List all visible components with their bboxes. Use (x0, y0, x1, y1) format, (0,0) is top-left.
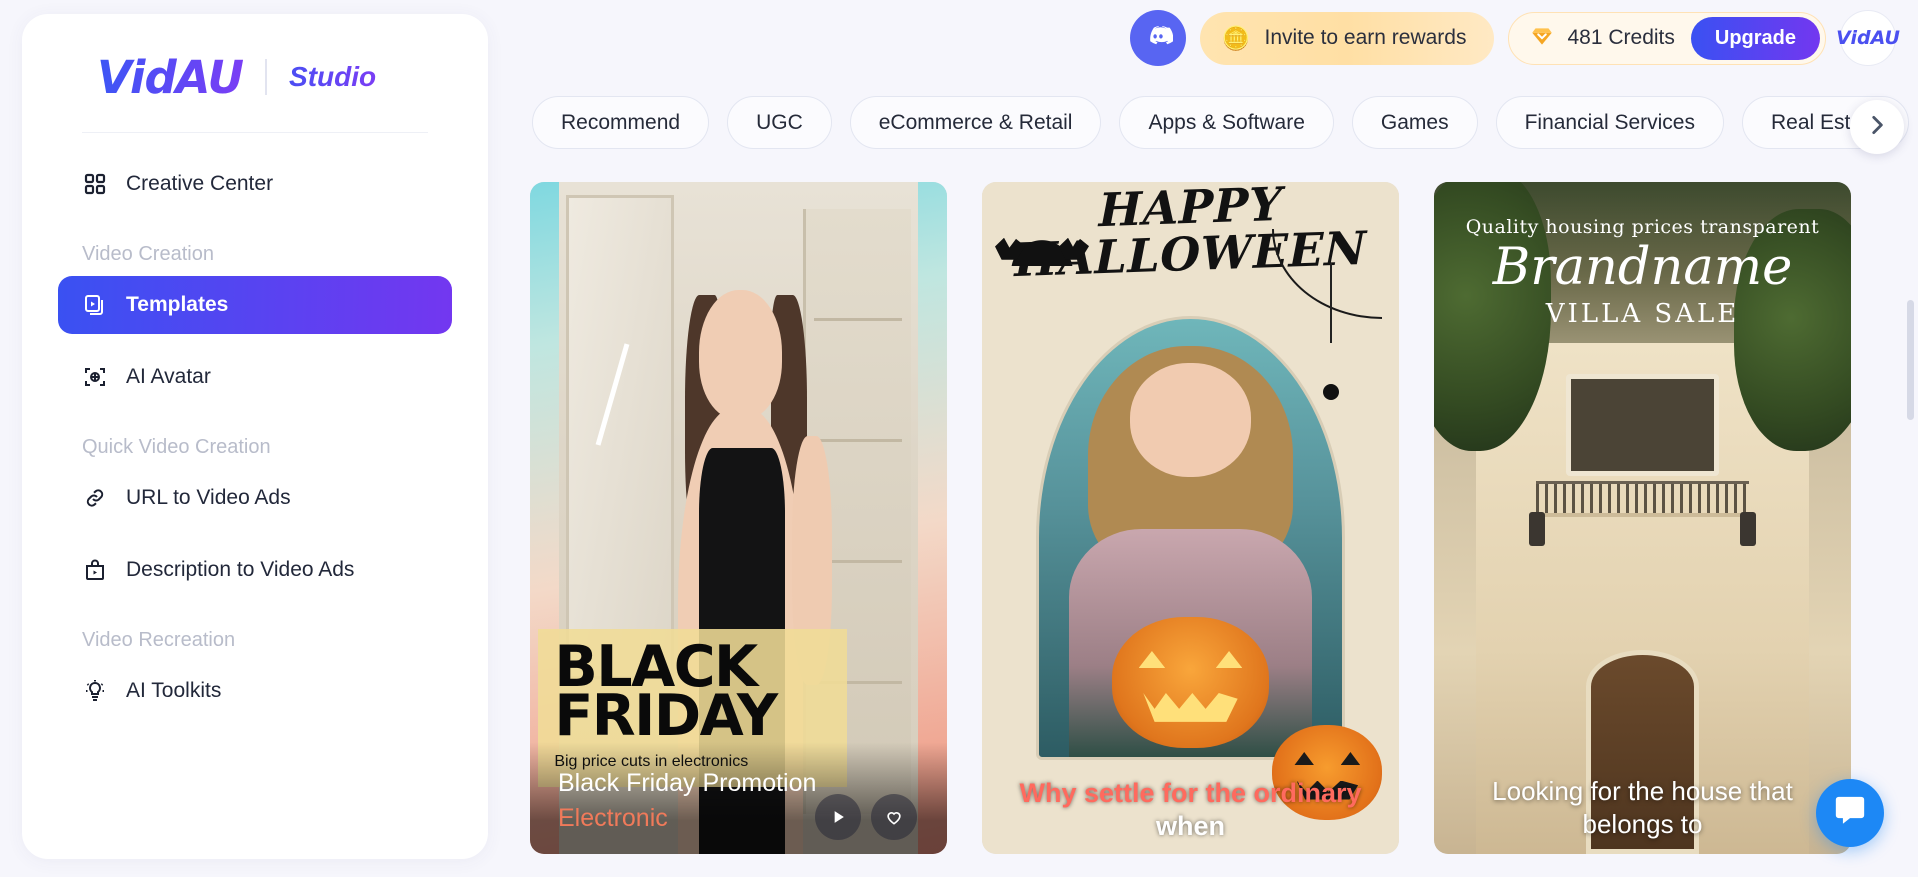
chat-icon (1833, 794, 1867, 833)
caption-line-2: belongs to (1582, 808, 1703, 839)
page-scrollbar[interactable] (1907, 300, 1914, 420)
overlay-heading: Quality housing prices transparent Brand… (1434, 216, 1851, 329)
sidebar-item-label: URL to Video Ads (126, 486, 291, 509)
overlay-heading: BLACK FRIDAY (554, 633, 778, 749)
sidebar-item-label: Description to Video Ads (126, 558, 355, 581)
card-subtitle-overlay: Looking for the house that belongs to (1434, 775, 1851, 840)
caption-line-1: Looking for the house that (1492, 776, 1793, 806)
portrait-arch (1036, 316, 1345, 760)
card-subtitle-overlay: Why settle for the ordinary when (982, 777, 1399, 845)
category-tabs-bar: Recommend UGC eCommerce & Retail Apps & … (500, 96, 1918, 158)
tab-recommend[interactable]: Recommend (532, 96, 710, 149)
sidebar-group-label-video-recreation: Video Recreation (82, 629, 236, 651)
preview-button[interactable] (815, 794, 861, 840)
kicker-text: Quality housing prices transparent (1465, 215, 1820, 238)
template-card[interactable]: BLACK FRIDAY Big price cuts in electroni… (530, 182, 947, 854)
upgrade-button[interactable]: Upgrade (1690, 16, 1820, 60)
discord-icon (1143, 21, 1174, 56)
lightbulb-icon (82, 678, 108, 704)
sidebar-item-templates[interactable]: Templates (58, 276, 452, 334)
brand-divider (265, 59, 268, 95)
sidebar-group-label-quick-video-creation: Quick Video Creation (82, 436, 271, 458)
brand: VidAU Studio (22, 14, 488, 104)
spiderweb-icon (1272, 229, 1383, 320)
tab-apps-software[interactable]: Apps & Software (1119, 96, 1334, 149)
card-background: Quality housing prices transparent Brand… (1434, 182, 1851, 854)
villa-sale-text: VILLA SALE (1545, 298, 1740, 329)
invite-label: Invite to earn rewards (1264, 26, 1467, 49)
brand-subtitle: Studio (289, 61, 377, 92)
sidebar-item-description-to-video-ads[interactable]: Description to Video Ads (58, 541, 452, 599)
card-title: Black Friday Promotion (558, 768, 817, 797)
sidebar-item-ai-toolkits[interactable]: AI Toolkits (58, 662, 452, 720)
app-root: VidAU Studio Creative Center Video Creat… (0, 0, 1918, 877)
sidebar-divider (82, 132, 428, 133)
bag-play-icon (82, 557, 108, 583)
sidebar-group-label-video-creation: Video Creation (82, 243, 214, 265)
category-tabs: Recommend UGC eCommerce & Retail Apps & … (500, 96, 1918, 149)
chat-support-button[interactable] (1816, 779, 1884, 847)
template-card-grid: BLACK FRIDAY Big price cuts in electroni… (530, 182, 1851, 854)
credits-pill: 481 Credits Upgrade (1508, 11, 1826, 65)
sidebar-item-label: Templates (126, 293, 229, 316)
spider-thread (1330, 262, 1333, 343)
card-background: HAPPY HALLOWEEN Why settle for the ordin… (982, 182, 1399, 854)
avatar-label: VidAU (1836, 27, 1900, 49)
brand-text: Brandname (1492, 237, 1793, 297)
sidebar-item-label: Creative Center (126, 172, 274, 195)
bat-icon (1007, 235, 1078, 266)
grid-icon (82, 171, 108, 197)
template-card[interactable]: HAPPY HALLOWEEN Why settle for the ordin… (982, 182, 1399, 854)
header: 🪙 Invite to earn rewards 481 Credits Upg… (500, 0, 1918, 76)
credits-label: 481 Credits (1567, 26, 1675, 49)
spider-icon (1322, 383, 1339, 400)
sidebar: VidAU Studio Creative Center Video Creat… (22, 14, 488, 859)
chevron-right-icon (1864, 112, 1890, 143)
brand-logo: VidAU (97, 50, 244, 104)
favorite-button[interactable] (871, 794, 917, 840)
tabs-next-button[interactable] (1850, 100, 1904, 154)
diamond-icon (1529, 23, 1555, 54)
tab-financial-services[interactable]: Financial Services (1495, 96, 1724, 149)
avatar[interactable]: VidAU (1836, 10, 1900, 66)
discord-button[interactable] (1129, 10, 1186, 66)
tab-ugc[interactable]: UGC (727, 96, 832, 149)
tab-games[interactable]: Games (1351, 96, 1478, 149)
coins-icon: 🪙 (1221, 24, 1251, 51)
link-icon (82, 485, 108, 511)
sidebar-item-creative-center[interactable]: Creative Center (58, 155, 452, 213)
avatar-target-icon (82, 364, 108, 390)
sidebar-item-label: AI Toolkits (126, 679, 222, 702)
invite-to-earn-rewards-button[interactable]: 🪙 Invite to earn rewards (1199, 11, 1495, 65)
template-card[interactable]: Quality housing prices transparent Brand… (1434, 182, 1851, 854)
sidebar-nav: Creative Center Video Creation Templates (22, 155, 488, 720)
pumpkin-icon (1111, 616, 1270, 749)
caption-line-2: when (1155, 811, 1225, 842)
card-subtitle: Electronic (558, 803, 668, 832)
sidebar-item-label: AI Avatar (126, 365, 211, 388)
sidebar-item-url-to-video-ads[interactable]: URL to Video Ads (58, 469, 452, 527)
sidebar-item-ai-avatar[interactable]: AI Avatar (58, 348, 452, 406)
caption-line-1: Why settle for the ordinary (1019, 777, 1362, 808)
templates-icon (82, 292, 108, 318)
tab-ecommerce-retail[interactable]: eCommerce & Retail (849, 96, 1102, 149)
